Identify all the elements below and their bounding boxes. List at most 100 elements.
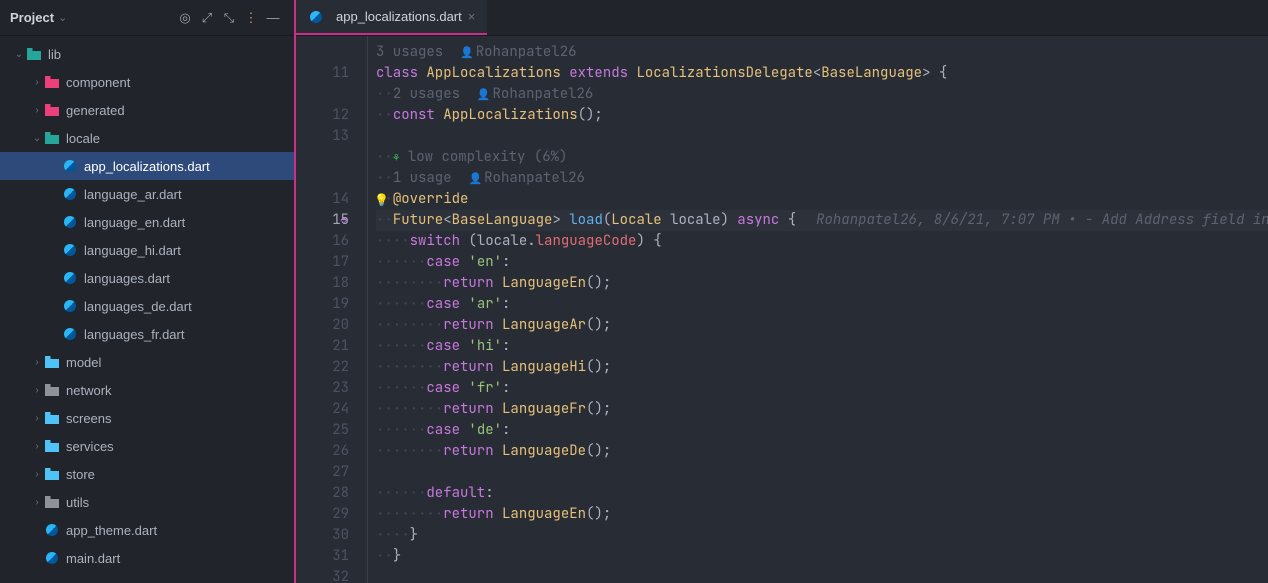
folder-icon: [44, 494, 60, 510]
code-line[interactable]: ······case 'fr':: [376, 378, 1268, 399]
tree-item[interactable]: language_hi.dart: [0, 236, 294, 264]
code-line[interactable]: ··1 usage 👤Rohanpatel26: [376, 168, 1268, 189]
sidebar-title[interactable]: Project: [10, 10, 54, 25]
file-tree: ⌄lib›component›generated ⌄ locale app_local…: [0, 36, 294, 583]
chevron-right-icon[interactable]: ›: [30, 469, 44, 480]
tab-label: app_localizations.dart: [336, 9, 462, 24]
folder-icon: [44, 382, 60, 398]
close-icon[interactable]: ×: [468, 9, 476, 24]
code-editor[interactable]: 1112131415⬘16171819202122232425262728293…: [296, 36, 1268, 583]
editor-area: app_localizations.dart × 1112131415⬘1617…: [296, 0, 1268, 583]
tab-bar: app_localizations.dart ×: [296, 0, 1268, 36]
tree-item[interactable]: ›generated: [0, 96, 294, 124]
tree-item-label: languages.dart: [84, 271, 170, 286]
chevron-right-icon[interactable]: ›: [30, 77, 44, 88]
code-line[interactable]: ··⚘ low complexity (6%): [376, 147, 1268, 168]
tree-item-label: locale: [66, 131, 100, 146]
lightbulb-icon[interactable]: 💡: [374, 190, 389, 211]
code-line[interactable]: ········return LanguageFr();: [376, 399, 1268, 420]
tree-item-label: language_en.dart: [84, 215, 185, 230]
tree-item[interactable]: ⌄ locale: [0, 124, 294, 152]
tree-item[interactable]: languages.dart: [0, 264, 294, 292]
code-line[interactable]: [376, 462, 1268, 483]
tree-item[interactable]: ⌄lib: [0, 40, 294, 68]
code-line[interactable]: 3 usages 👤Rohanpatel26: [376, 42, 1268, 63]
tree-item[interactable]: ›utils: [0, 488, 294, 516]
tree-item[interactable]: main.dart: [0, 544, 294, 572]
tree-item-label: network: [66, 383, 112, 398]
dart-file-icon: [308, 9, 324, 25]
chevron-right-icon[interactable]: ›: [30, 413, 44, 424]
code-line[interactable]: ········return LanguageAr();: [376, 315, 1268, 336]
code-line[interactable]: ····switch (locale.languageCode) {: [376, 231, 1268, 252]
tree-item[interactable]: language_ar.dart: [0, 180, 294, 208]
override-gutter-icon[interactable]: ⬘: [340, 210, 347, 231]
line-number: 29: [296, 504, 349, 525]
tree-item[interactable]: ›store: [0, 460, 294, 488]
code-line[interactable]: ······default:: [376, 483, 1268, 504]
tree-item[interactable]: ›services: [0, 432, 294, 460]
chevron-down-icon[interactable]: ⌄: [30, 133, 44, 144]
line-number: 14: [296, 189, 349, 210]
code-line[interactable]: [376, 126, 1268, 147]
tree-item[interactable]: app_theme.dart: [0, 516, 294, 544]
dart-file-icon: [62, 326, 78, 342]
line-number: 13: [296, 126, 349, 147]
chevron-down-icon[interactable]: ⌄: [12, 49, 26, 60]
code-line[interactable]: ········return LanguageDe();: [376, 441, 1268, 462]
code-content[interactable]: 3 usages 👤Rohanpatel26class AppLocalizat…: [368, 36, 1268, 583]
tree-item[interactable]: › network: [0, 376, 294, 404]
chevron-right-icon[interactable]: ›: [30, 357, 44, 368]
project-sidebar: Project ⌄ ◎ ⤢ ⤡ ⋮ — ⌄lib›component›gener…: [0, 0, 296, 583]
line-number: 26: [296, 441, 349, 462]
more-icon[interactable]: ⋮: [240, 7, 262, 29]
line-number: [296, 147, 349, 168]
chevron-right-icon[interactable]: ›: [30, 105, 44, 116]
minimize-icon[interactable]: —: [262, 7, 284, 29]
tree-item[interactable]: languages_de.dart: [0, 292, 294, 320]
tree-item[interactable]: app_localizations.dart: [0, 152, 294, 180]
folder-icon: [44, 102, 60, 118]
code-line[interactable]: ······case 'hi':: [376, 336, 1268, 357]
chevron-right-icon[interactable]: ›: [30, 497, 44, 508]
dart-file-icon: [62, 298, 78, 314]
tab-app-localizations[interactable]: app_localizations.dart ×: [296, 0, 487, 35]
folder-icon: [44, 466, 60, 482]
code-line[interactable]: class AppLocalizations extends Localizat…: [376, 63, 1268, 84]
tree-item-label: languages_fr.dart: [84, 327, 184, 342]
chevron-down-icon[interactable]: ⌄: [58, 11, 67, 24]
tree-item[interactable]: ›component: [0, 68, 294, 96]
dart-file-icon: [62, 186, 78, 202]
code-line[interactable]: ····}: [376, 525, 1268, 546]
tree-item-label: language_hi.dart: [84, 243, 181, 258]
tree-item[interactable]: ›model: [0, 348, 294, 376]
tree-item-label: language_ar.dart: [84, 187, 182, 202]
tree-item-label: languages_de.dart: [84, 299, 192, 314]
code-line[interactable]: ··Future<BaseLanguage> load(Locale local…: [376, 210, 1268, 231]
tree-item[interactable]: languages_fr.dart: [0, 320, 294, 348]
code-line[interactable]: ··2 usages 👤Rohanpatel26: [376, 84, 1268, 105]
code-line[interactable]: ········return LanguageEn();: [376, 273, 1268, 294]
chevron-right-icon[interactable]: ›: [30, 385, 44, 396]
code-line[interactable]: ··}: [376, 546, 1268, 567]
chevron-right-icon[interactable]: ›: [30, 441, 44, 452]
expand-all-icon[interactable]: ⤢: [196, 7, 218, 29]
code-line[interactable]: ······case 'ar':: [376, 294, 1268, 315]
code-line[interactable]: ······case 'de':: [376, 420, 1268, 441]
dart-file-icon: [44, 550, 60, 566]
code-line[interactable]: ········return LanguageHi();: [376, 357, 1268, 378]
folder-icon: [44, 354, 60, 370]
target-icon[interactable]: ◎: [174, 7, 196, 29]
code-line[interactable]: [376, 567, 1268, 583]
code-line[interactable]: 💡··@override: [376, 189, 1268, 210]
collapse-all-icon[interactable]: ⤡: [218, 7, 240, 29]
code-line[interactable]: ······case 'en':: [376, 252, 1268, 273]
tree-item[interactable]: language_en.dart: [0, 208, 294, 236]
code-line[interactable]: ··const AppLocalizations();: [376, 105, 1268, 126]
sidebar-header: Project ⌄ ◎ ⤢ ⤡ ⋮ —: [0, 0, 294, 36]
line-number: 21: [296, 336, 349, 357]
tree-item-label: main.dart: [66, 551, 120, 566]
line-number: 19: [296, 294, 349, 315]
tree-item[interactable]: ›screens: [0, 404, 294, 432]
code-line[interactable]: ········return LanguageEn();: [376, 504, 1268, 525]
